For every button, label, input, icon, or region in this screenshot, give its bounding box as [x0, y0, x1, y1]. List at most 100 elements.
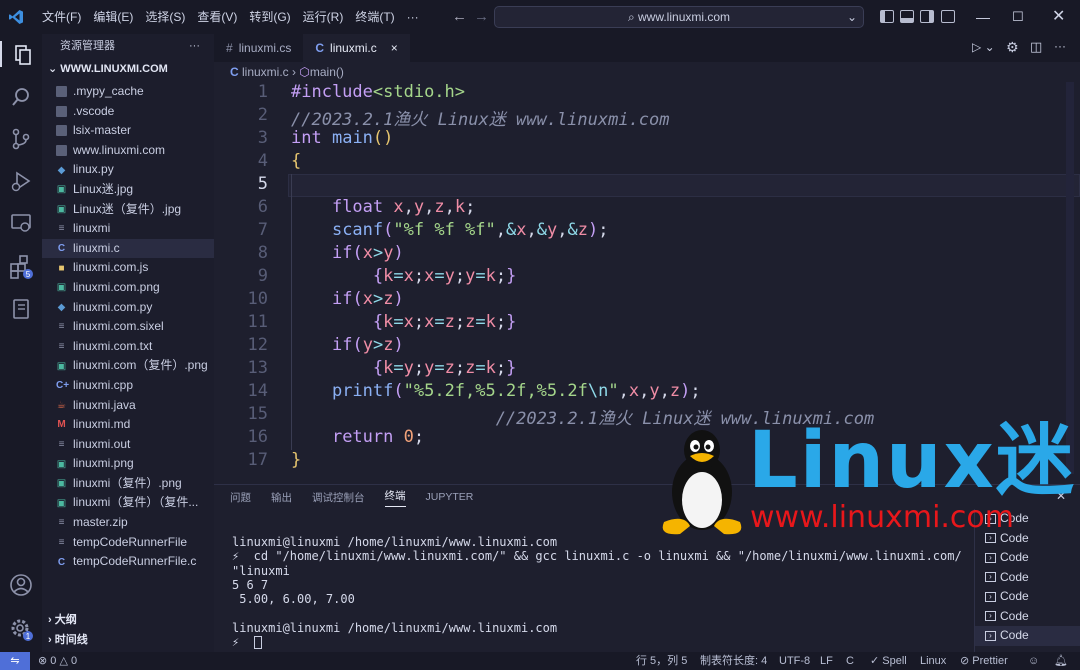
search-icon[interactable] [8, 84, 34, 110]
menu-view[interactable]: 查看(V) [191, 0, 243, 34]
file-tree-item[interactable]: ▣ linuxmi（复件）.png [42, 474, 214, 494]
terminal-list-item[interactable]: › Code [975, 587, 1080, 607]
file-tree-item-label: tempCodeRunnerFile [73, 534, 188, 549]
tab-problems[interactable]: 问题 [230, 490, 251, 505]
problems-count[interactable]: ⊗ 0 △ 0 [38, 652, 77, 670]
notifications-bell-icon[interactable]: 🔔︎ [1054, 652, 1068, 670]
file-tree-item[interactable]: ◆ linux.py [42, 160, 214, 180]
menu-more[interactable]: ··· [401, 0, 425, 34]
maximize-icon[interactable]: ☐ [1012, 0, 1024, 34]
gear-icon[interactable]: ⚙ [1006, 39, 1019, 56]
toggle-sidebar-icon[interactable] [880, 10, 894, 23]
menu-run[interactable]: 运行(R) [297, 0, 350, 34]
outline-label: 大纲 [54, 614, 77, 626]
menu-selection[interactable]: 选择(S) [139, 0, 191, 34]
close-tab-icon[interactable]: × [391, 34, 398, 62]
menu-go[interactable]: 转到(G) [243, 0, 296, 34]
tab-jupyter[interactable]: JUPYTER [426, 491, 474, 503]
file-tree-item[interactable]: ■ linuxmi.com.js [42, 258, 214, 278]
extensions-icon[interactable]: 5 [8, 254, 34, 280]
file-tree-item[interactable]: ▣ Linux迷（复件）.jpg [42, 200, 214, 220]
menu-file[interactable]: 文件(F) [36, 0, 87, 34]
menu-edit[interactable]: 编辑(E) [87, 0, 139, 34]
terminal-list-item[interactable]: › Code [975, 607, 1080, 627]
cursor-position[interactable]: 行 5，列 5 [636, 652, 687, 670]
file-tree-item[interactable]: ▣ linuxmi.com.png [42, 278, 214, 298]
customize-layout-icon[interactable] [941, 10, 955, 23]
file-tree-item-label: linuxmi.com.sixel [73, 319, 164, 334]
file-tree-item[interactable]: C+ linuxmi.cpp [42, 376, 214, 396]
toggle-panel-icon[interactable] [900, 10, 914, 23]
spell-check[interactable]: ✓ Spell [870, 652, 907, 670]
image-file-icon: ▣ [56, 203, 67, 215]
language-mode[interactable]: C [846, 652, 854, 670]
file-tree-item[interactable]: ◆ linuxmi.com.py [42, 298, 214, 318]
file-tree-item[interactable]: .mypy_cache [42, 82, 214, 102]
file-tree-item[interactable]: ≡ linuxmi.out [42, 435, 214, 455]
file-tree-item[interactable]: ▣ linuxmi.com（复件）.png [42, 356, 214, 376]
file-tree-item[interactable]: ≡ linuxmi [42, 219, 214, 239]
file-tree-item[interactable]: Mlinuxmi.md [42, 415, 214, 435]
more-actions-icon[interactable]: ··· [189, 34, 200, 58]
tab-size[interactable]: 制表符长度: 4 [700, 652, 767, 670]
svg-text:1: 1 [26, 632, 31, 641]
prettier-status[interactable]: ⊘ Prettier [960, 652, 1008, 670]
file-tree-item[interactable]: lsix-master [42, 121, 214, 141]
terminal-output[interactable]: linuxmi@linuxmi /home/linuxmi/www.linuxm… [232, 535, 962, 649]
file-tree-item-label: linuxmi.com.png [73, 279, 160, 294]
tab-output[interactable]: 输出 [271, 490, 292, 505]
file-tree-item[interactable]: ≡ tempCodeRunnerFile [42, 533, 214, 553]
file-tree-item[interactable]: CtempCodeRunnerFile.c [42, 552, 214, 572]
command-center[interactable]: ⌕ www.linuxmi.com ⌄ [494, 6, 864, 28]
run-icon[interactable]: ▷ ⌄ [972, 40, 995, 54]
run-debug-icon[interactable] [8, 168, 34, 194]
back-arrow-icon[interactable]: ← [452, 0, 467, 34]
forward-arrow-icon[interactable]: → [474, 0, 489, 34]
minimize-icon[interactable]: — [976, 0, 990, 34]
file-tree-item[interactable]: Clinuxmi.c [42, 238, 214, 259]
breadcrumb: C linuxmi.c › ⬡main() [214, 62, 1080, 82]
file-tree-item[interactable]: ≡ linuxmi.com.sixel [42, 317, 214, 337]
breadcrumb-symbol[interactable]: main() [310, 65, 344, 79]
end-of-line[interactable]: LF [820, 652, 833, 670]
tab-linuxmi-c[interactable]: Clinuxmi.c × [303, 34, 410, 62]
encoding[interactable]: UTF-8 [779, 652, 810, 670]
file-tree-item[interactable]: .vscode [42, 102, 214, 122]
outline-section[interactable]: › 大纲 [42, 610, 214, 630]
source-control-icon[interactable] [8, 126, 34, 152]
remote-indicator-icon[interactable]: ⇋ [0, 652, 30, 670]
remote-explorer-icon[interactable] [8, 210, 34, 236]
tab-terminal[interactable]: 终端 [384, 488, 406, 507]
tab-debug-console[interactable]: 调试控制台 [312, 490, 365, 505]
file-tree-item[interactable]: ▣ linuxmi（复件）（复件... [42, 493, 214, 513]
file-tree-item[interactable]: ≡ linuxmi.com.txt [42, 337, 214, 357]
tab-linuxmi-cs[interactable]: # linuxmi.cs [214, 34, 303, 62]
file-tree-item[interactable]: ▣ linuxmi.png [42, 454, 214, 474]
toggle-secondary-sidebar-icon[interactable] [920, 10, 934, 23]
terminal-icon: › [985, 552, 996, 563]
more-actions-icon[interactable]: ··· [1054, 39, 1066, 53]
explorer-icon[interactable] [0, 41, 42, 67]
feedback-icon[interactable]: ☺ [1028, 652, 1039, 670]
file-tree-item[interactable]: ≡ master.zip [42, 513, 214, 533]
line-number: 7 [257, 220, 268, 240]
terminal-list-item[interactable]: › Code [975, 568, 1080, 588]
chevron-down-icon[interactable]: ⌄ [847, 7, 857, 27]
menu-terminal[interactable]: 终端(T) [349, 0, 400, 34]
file-tree-item[interactable]: ☕ linuxmi.java [42, 396, 214, 416]
account-icon[interactable] [8, 572, 34, 598]
split-editor-icon[interactable]: ◫ [1030, 39, 1042, 55]
timeline-section[interactable]: › 时间线 [42, 630, 214, 650]
terminal-list-item[interactable]: › Code [975, 548, 1080, 568]
file-tree-item[interactable]: www.linuxmi.com [42, 141, 214, 161]
code-line-10: if(x>z) [331, 289, 404, 309]
terminal-list-item[interactable]: › Code [975, 626, 1080, 646]
file-tree-item[interactable]: ▣ Linux迷.jpg [42, 180, 214, 200]
settings-gear-icon[interactable]: 1 [8, 616, 34, 642]
os-indicator[interactable]: Linux [920, 652, 946, 670]
notebook-icon[interactable] [8, 296, 34, 322]
breadcrumb-file[interactable]: linuxmi.c [242, 65, 289, 79]
close-window-icon[interactable]: ✕ [1052, 0, 1065, 34]
workspace-root[interactable]: ⌄ WWW.LINUXMI.COM [42, 58, 214, 80]
